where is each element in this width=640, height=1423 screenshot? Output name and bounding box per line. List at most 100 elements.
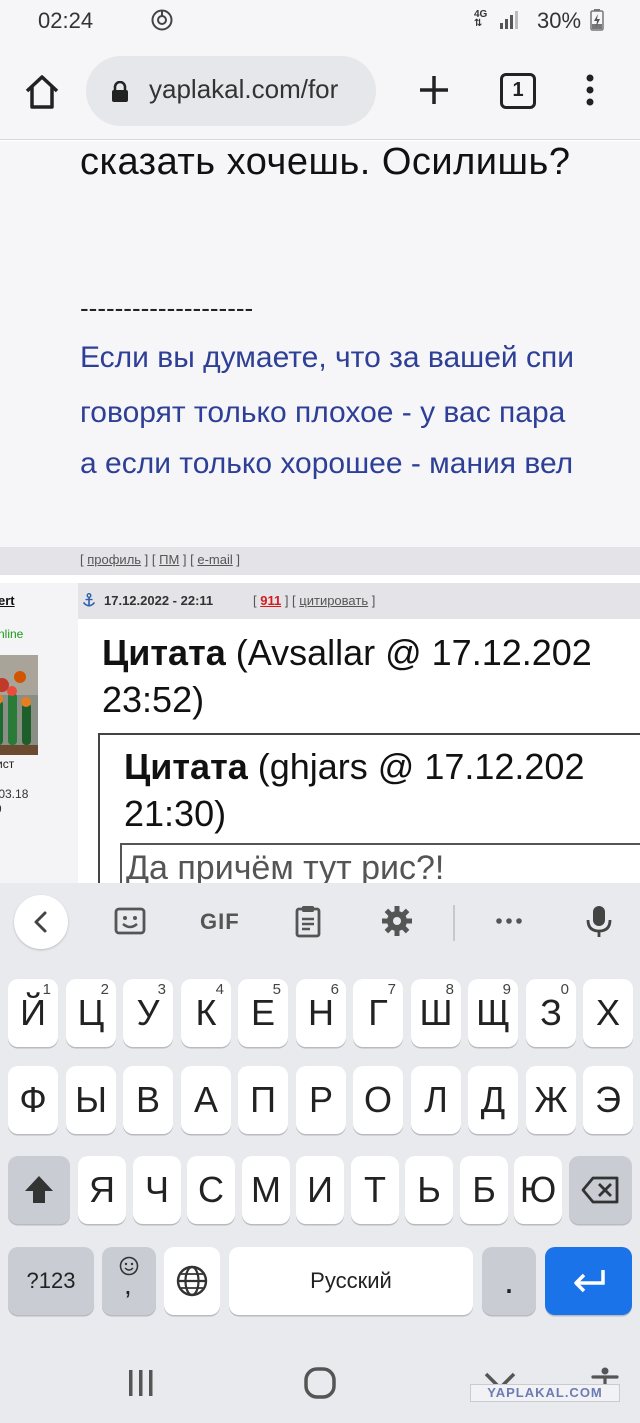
anchor-icon[interactable] xyxy=(82,593,96,608)
enter-key[interactable] xyxy=(545,1247,632,1315)
key-label: у xyxy=(136,992,160,1033)
key-label: о xyxy=(363,1079,392,1120)
post-meta: [ 911 ] [ цитировать ] xyxy=(253,593,376,608)
plus-icon[interactable] xyxy=(414,70,454,110)
quote-time: 23:52) xyxy=(102,679,205,720)
key[interactable]: д xyxy=(468,1066,518,1134)
period-key[interactable]: . xyxy=(482,1247,536,1315)
key[interactable]: э xyxy=(583,1066,633,1134)
key[interactable]: я xyxy=(78,1156,126,1224)
key[interactable]: щ9 xyxy=(468,979,518,1047)
key[interactable]: и xyxy=(296,1156,344,1224)
key-label: а xyxy=(193,1079,218,1120)
address-bar[interactable]: yaplakal.com/for xyxy=(86,56,376,126)
language-key[interactable] xyxy=(164,1247,220,1315)
key[interactable]: п xyxy=(238,1066,288,1134)
key-label: в xyxy=(135,1079,160,1120)
more-horiz-icon[interactable] xyxy=(491,903,527,939)
key[interactable]: в xyxy=(123,1066,173,1134)
keyboard: GIF й1ц2у3к4е5н6г7ш8щ9з0 х фывапролджэ ячсм… xyxy=(0,883,640,1328)
signal-icon xyxy=(500,11,518,29)
backspace-key[interactable] xyxy=(569,1156,632,1224)
pm-link[interactable]: ПМ xyxy=(159,552,179,567)
key[interactable]: з0 xyxy=(526,979,576,1047)
post-number[interactable]: 911 xyxy=(260,593,281,608)
settings-icon[interactable] xyxy=(379,903,415,939)
author-name[interactable]: ert xyxy=(0,593,15,608)
key[interactable]: ц2 xyxy=(66,979,116,1047)
author-post-count: 9 xyxy=(0,802,2,816)
mic-icon[interactable] xyxy=(581,903,617,939)
key[interactable]: р xyxy=(296,1066,346,1134)
home-circle-icon[interactable] xyxy=(303,1366,337,1400)
key-label: е xyxy=(250,992,275,1033)
url-text: yaplakal.com/for xyxy=(149,74,339,104)
key[interactable]: н6 xyxy=(296,979,346,1047)
quote-meta: (ghjars @ 17.12.202 xyxy=(247,746,585,787)
key[interactable]: к4 xyxy=(181,979,231,1047)
emoji-comma-key[interactable]: , xyxy=(102,1247,156,1315)
avatar[interactable] xyxy=(0,655,38,755)
signature-line: говорят только плохое - у вас пара xyxy=(80,396,566,429)
keyboard-back-button[interactable] xyxy=(14,895,68,949)
key[interactable]: л xyxy=(411,1066,461,1134)
key[interactable]: с xyxy=(187,1156,235,1224)
cite-link[interactable]: цитировать xyxy=(299,593,368,608)
key[interactable]: ю xyxy=(514,1156,562,1224)
online-status: nline xyxy=(0,627,24,641)
shift-key[interactable] xyxy=(8,1156,70,1224)
more-vert-icon[interactable] xyxy=(578,70,602,110)
key[interactable]: ы xyxy=(66,1066,116,1134)
key[interactable]: г7 xyxy=(353,979,403,1047)
sync-icon xyxy=(151,9,173,31)
key[interactable]: ф xyxy=(8,1066,58,1134)
quote-header: Цитата (Avsallar @ 17.12.202 23:52) xyxy=(102,629,592,723)
key[interactable]: ж xyxy=(526,1066,576,1134)
home-icon[interactable] xyxy=(22,72,62,112)
clipboard-icon[interactable] xyxy=(290,903,326,939)
key[interactable]: й1 xyxy=(8,979,58,1047)
key[interactable]: ч xyxy=(133,1156,181,1224)
key[interactable]: е5 xyxy=(238,979,288,1047)
profile-link[interactable]: профиль xyxy=(87,552,141,567)
email-link[interactable]: e-mail xyxy=(197,552,232,567)
post-body: сказать хочешь. Осилишь? ---------------… xyxy=(0,141,640,547)
recent-apps-icon[interactable] xyxy=(126,1366,156,1400)
key[interactable]: у3 xyxy=(123,979,173,1047)
key[interactable]: о xyxy=(353,1066,403,1134)
post-links: [ профиль ] [ ПМ ] [ e-mail ] xyxy=(80,552,241,567)
post-date: 17.12.2022 - 22:11 xyxy=(104,593,214,608)
key[interactable]: х xyxy=(583,979,633,1047)
key[interactable]: м xyxy=(242,1156,290,1224)
key[interactable]: т xyxy=(351,1156,399,1224)
tab-switcher-button[interactable]: 1 xyxy=(500,73,536,109)
key[interactable]: ш8 xyxy=(411,979,461,1047)
browser-toolbar: yaplakal.com/for 1 xyxy=(0,42,640,140)
author-reg-date: .03.18 xyxy=(0,787,29,801)
key-label: х xyxy=(595,992,620,1033)
key-label: л xyxy=(424,1079,448,1120)
key[interactable]: а xyxy=(181,1066,231,1134)
key[interactable]: б xyxy=(460,1156,508,1224)
watermark: YAPLAKAL.COM xyxy=(470,1384,620,1402)
quote-time: 21:30) xyxy=(124,793,227,834)
key-label: ф xyxy=(19,1079,47,1120)
enter-arrow-icon xyxy=(574,1270,605,1293)
gif-button[interactable]: GIF xyxy=(200,909,240,935)
post-header: 17.12.2022 - 22:11 [ 911 ] [ цитировать … xyxy=(78,583,640,619)
author-column: ert nline ист .03.18 9 xyxy=(0,583,75,883)
signature-separator: -------------------- xyxy=(80,293,254,323)
key-label: м xyxy=(251,1169,281,1210)
system-nav-bar xyxy=(0,1328,640,1423)
key-label: г xyxy=(368,992,388,1033)
key-hint: 6 xyxy=(330,981,339,998)
key[interactable]: ь xyxy=(405,1156,453,1224)
sticker-icon[interactable] xyxy=(112,903,148,939)
space-key[interactable]: Русский xyxy=(229,1247,473,1315)
quote-meta: (Avsallar @ 17.12.202 xyxy=(225,632,592,673)
lock-icon xyxy=(112,81,128,102)
network-type: 4G ⇅ xyxy=(474,9,488,29)
toolbar-divider xyxy=(453,905,455,941)
web-page[interactable]: сказать хочешь. Осилишь? ---------------… xyxy=(0,141,640,883)
symbols-key[interactable]: ?123 xyxy=(8,1247,94,1315)
